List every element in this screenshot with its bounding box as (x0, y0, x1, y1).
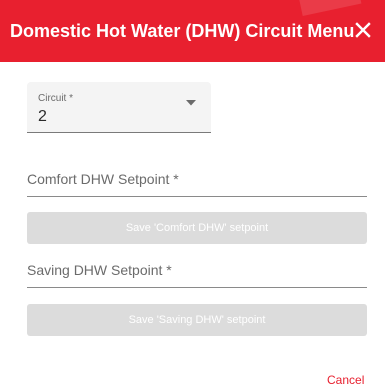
saving-dhw-setpoint-input[interactable]: Saving DHW Setpoint * (27, 254, 367, 288)
circuit-select-label: Circuit * (38, 93, 74, 104)
save-comfort-dhw-button[interactable]: Save 'Comfort DHW' setpoint (27, 212, 367, 244)
dialog-header: Domestic Hot Water (DHW) Circuit Menu (0, 0, 385, 62)
close-button[interactable] (350, 17, 376, 43)
circuit-select[interactable]: Circuit * 2 (27, 82, 211, 133)
comfort-dhw-setpoint-placeholder: Comfort DHW Setpoint * (27, 171, 179, 187)
dialog-title: Domestic Hot Water (DHW) Circuit Menu (10, 21, 355, 41)
close-icon (355, 22, 371, 38)
header-glow (298, 0, 362, 17)
arrow-drop-down-icon (186, 100, 196, 106)
dhw-circuit-dialog: Domestic Hot Water (DHW) Circuit Menu Ci… (0, 0, 385, 392)
cancel-button[interactable]: Cancel (327, 373, 364, 387)
circuit-select-value: 2 (38, 108, 47, 125)
save-saving-dhw-button[interactable]: Save 'Saving DHW' setpoint (27, 304, 367, 336)
comfort-dhw-setpoint-input[interactable]: Comfort DHW Setpoint * (27, 163, 367, 197)
saving-dhw-setpoint-placeholder: Saving DHW Setpoint * (27, 262, 172, 278)
